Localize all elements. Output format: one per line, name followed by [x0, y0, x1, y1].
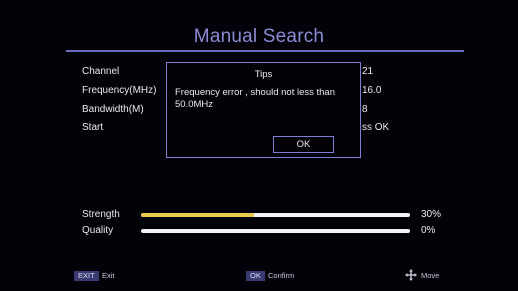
start-label: Start [82, 122, 104, 133]
channel-value[interactable]: 21 [362, 66, 373, 77]
page-title: Manual Search [193, 26, 325, 47]
confirm-hint: Confirm [268, 271, 295, 280]
start-value[interactable]: ss OK [362, 122, 389, 133]
strength-value: 30% [421, 209, 442, 220]
channel-label: Channel [82, 66, 120, 77]
frequency-label: Frequency(MHz) [82, 85, 157, 96]
exit-key-badge: EXIT [74, 271, 99, 281]
strength-label: Strength [82, 209, 120, 220]
bandwidth-label: Bandwidth(M) [82, 104, 144, 115]
frequency-value[interactable]: 16.0 [362, 85, 381, 96]
ok-key-badge: OK [246, 271, 265, 281]
exit-hint: Exit [102, 271, 115, 280]
strength-bar-fill [141, 213, 254, 217]
move-hint: Move [421, 271, 440, 280]
manual-search-screen: Manual Search Channel Frequency(MHz) Ban… [0, 0, 518, 291]
quality-value: 0% [421, 225, 436, 236]
tips-dialog: Tips Frequency error , should not less t… [166, 62, 361, 158]
strength-bar [141, 213, 410, 217]
ok-button[interactable]: OK [273, 136, 334, 153]
quality-label: Quality [82, 225, 114, 236]
bandwidth-value[interactable]: 8 [362, 104, 368, 115]
quality-bar [141, 229, 410, 233]
title-divider [66, 50, 464, 52]
move-arrows-icon [405, 269, 417, 281]
dialog-message: Frequency error , should not less than 5… [175, 87, 336, 110]
dialog-title: Tips [254, 69, 273, 80]
